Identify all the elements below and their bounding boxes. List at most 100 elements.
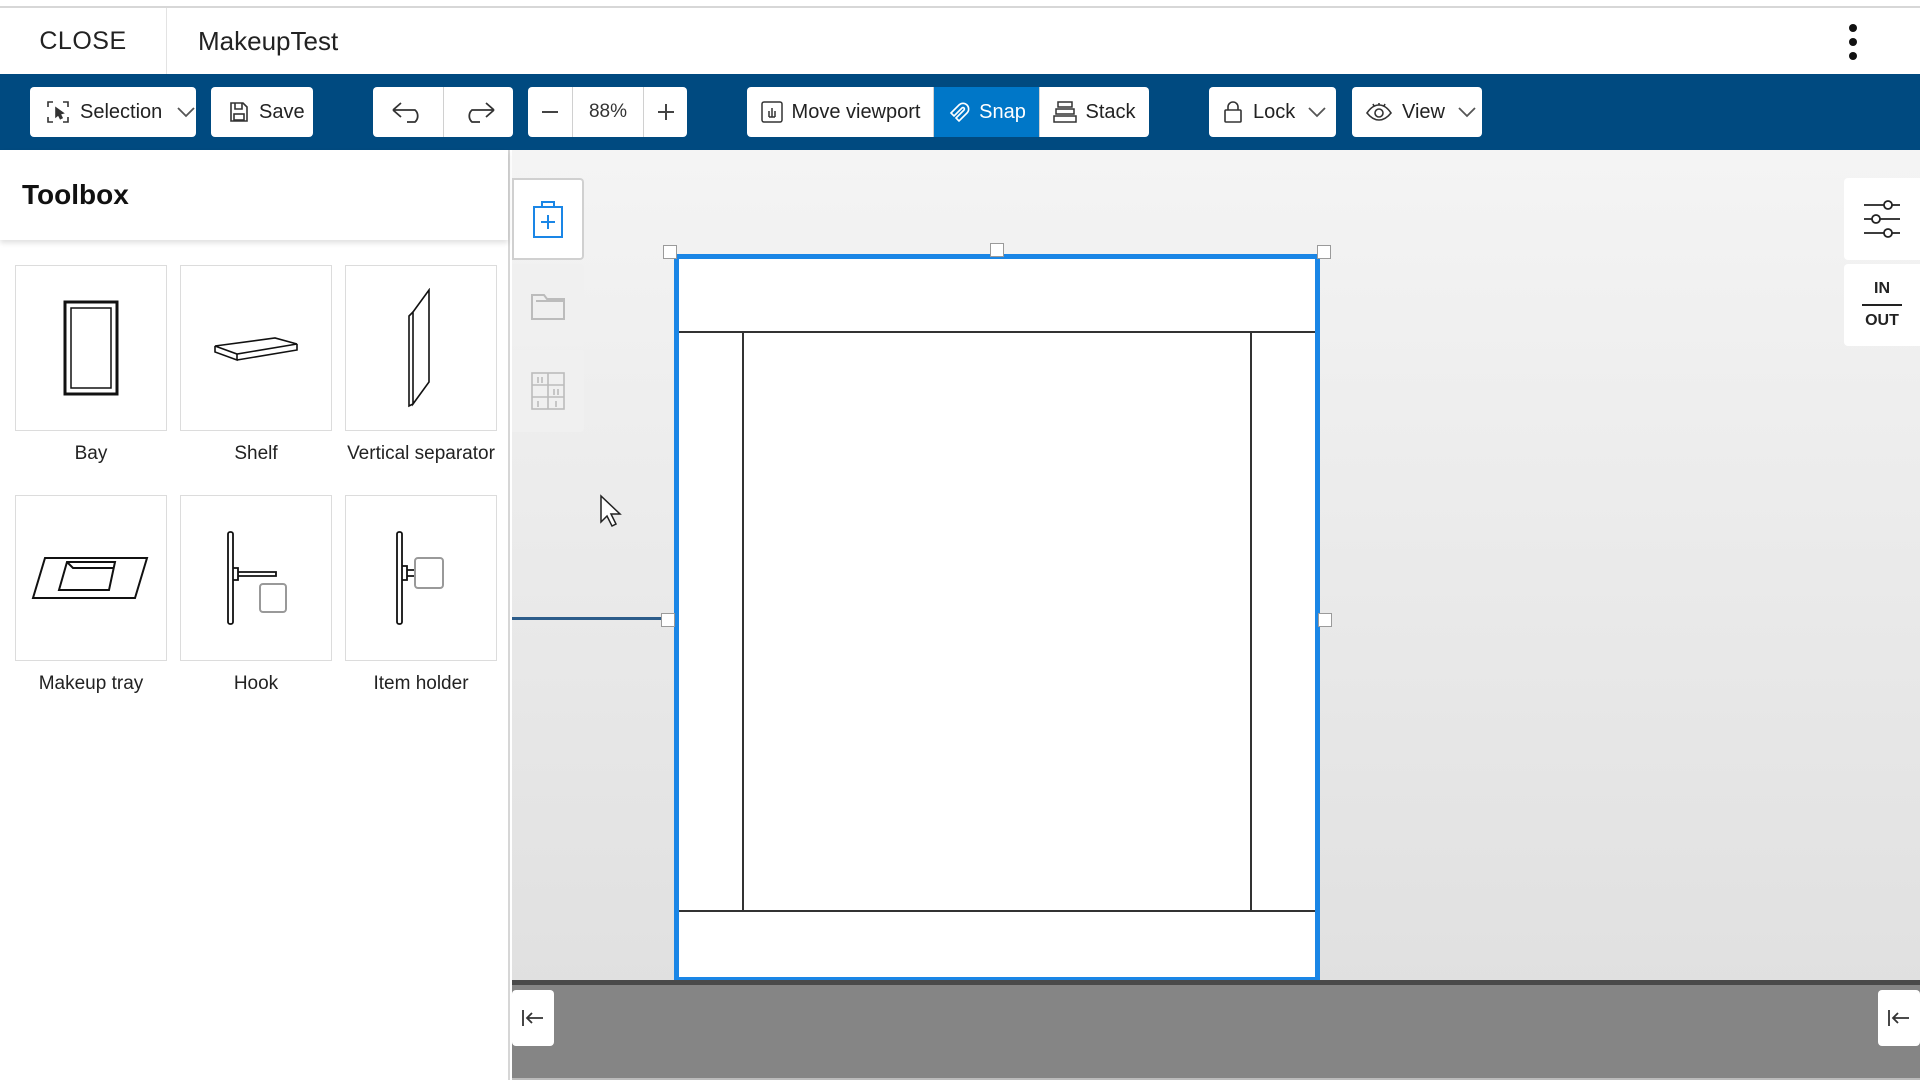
tool-hook[interactable]: Hook	[180, 495, 332, 695]
stack-icon	[1053, 101, 1078, 123]
tool-makeup-tray[interactable]: Makeup tray	[15, 495, 167, 695]
canvas-side-toolbar	[512, 178, 584, 436]
collapse-left-panel-button[interactable]	[512, 990, 554, 1046]
tool-tile	[15, 265, 167, 431]
lock-label: Lock	[1253, 100, 1296, 123]
resize-handle-top-left[interactable]	[663, 245, 677, 259]
main-toolbar: Selection Save 88% Move viewport Snap St…	[0, 74, 1920, 150]
view-label: View	[1402, 100, 1445, 123]
library-button[interactable]	[512, 350, 584, 432]
history-group	[373, 87, 513, 137]
document-title: MakeupTest	[198, 25, 339, 56]
toolbox-header: Toolbox	[0, 150, 508, 240]
stack-label: Stack	[1085, 100, 1136, 123]
shelf-icon	[214, 337, 298, 362]
tool-grid: Bay Shelf Vertical separator Makeup tray…	[15, 265, 497, 695]
selected-bay[interactable]	[674, 254, 1320, 982]
tool-tile	[345, 265, 497, 431]
collapse-right-panel-button[interactable]	[1878, 990, 1920, 1046]
resize-handle-top-right[interactable]	[1317, 245, 1331, 259]
tool-label: Makeup tray	[38, 673, 144, 694]
save-label: Save	[259, 100, 305, 123]
zoom-in-button[interactable]	[643, 87, 687, 137]
add-document-icon	[533, 201, 563, 238]
collapse-right-icon	[1888, 1010, 1909, 1026]
mode-group: Move viewport Snap Stack	[747, 87, 1149, 137]
lock-dropdown[interactable]: Lock	[1209, 87, 1336, 137]
bay-right-upright	[1250, 332, 1252, 912]
bay-bottom-panel-line	[679, 910, 1315, 912]
tool-item-holder[interactable]: Item holder	[345, 495, 497, 695]
add-document-button[interactable]	[512, 178, 584, 260]
selection-label: Selection	[80, 100, 163, 123]
zoom-control: 88%	[528, 87, 687, 137]
magnet-icon	[950, 102, 970, 123]
design-canvas[interactable]: IN OUT	[512, 150, 1920, 1080]
tool-bay[interactable]: Bay	[15, 265, 167, 465]
in-label: IN	[1874, 280, 1890, 297]
vertical-separator-icon	[408, 288, 430, 408]
folder-button[interactable]	[512, 264, 584, 346]
canvas-right-toolbar: IN OUT	[1844, 178, 1920, 350]
plus-icon	[657, 104, 674, 120]
sliders-icon	[1864, 200, 1900, 238]
redo-button[interactable]	[443, 87, 513, 137]
window-top-edge	[0, 0, 1920, 8]
chevron-down-icon	[177, 107, 195, 118]
makeup-tray-icon	[31, 557, 149, 599]
toolbox-title: Toolbox	[22, 179, 129, 210]
selection-dropdown[interactable]: Selection	[30, 87, 196, 137]
tool-label: Item holder	[373, 673, 469, 694]
tool-tile	[180, 265, 332, 431]
mouse-pointer-icon	[600, 494, 622, 528]
snap-label: Snap	[979, 100, 1026, 123]
collapse-left-icon	[522, 1010, 543, 1026]
tool-label: Bay	[74, 443, 108, 464]
resize-handle-top[interactable]	[990, 243, 1004, 257]
zoom-value[interactable]: 88%	[572, 87, 643, 137]
view-dropdown[interactable]: View	[1352, 87, 1482, 137]
alignment-guide	[512, 617, 669, 620]
eye-icon	[1366, 103, 1392, 121]
snap-toggle[interactable]: Snap	[933, 87, 1039, 137]
move-viewport-button[interactable]: Move viewport	[747, 87, 933, 137]
resize-handle-left[interactable]	[661, 613, 675, 627]
tool-tile	[345, 495, 497, 661]
lock-icon	[1224, 101, 1242, 123]
undo-button[interactable]	[373, 87, 443, 137]
stack-toggle[interactable]: Stack	[1039, 87, 1149, 137]
chevron-down-icon	[1458, 107, 1476, 118]
undo-icon	[392, 102, 419, 123]
bay-left-upright	[742, 332, 744, 912]
minus-icon	[542, 111, 558, 113]
app-window: CLOSE MakeupTest Selection Save 88% Move…	[0, 0, 1920, 1080]
tool-shelf[interactable]: Shelf	[180, 265, 332, 465]
in-out-divider	[1862, 304, 1902, 306]
adjustments-button[interactable]	[1844, 178, 1920, 260]
hand-icon	[760, 101, 783, 123]
out-label: OUT	[1865, 312, 1899, 329]
in-out-toggle[interactable]: IN OUT	[1844, 264, 1920, 346]
tool-vertical-separator[interactable]: Vertical separator	[345, 265, 497, 465]
resize-handle-right[interactable]	[1318, 613, 1332, 627]
title-bar: CLOSE MakeupTest	[0, 8, 1920, 74]
tool-label: Vertical separator	[347, 443, 495, 464]
save-button[interactable]: Save	[211, 87, 313, 137]
more-options-icon[interactable]	[1846, 24, 1860, 60]
folder-icon	[531, 294, 565, 320]
tool-tile	[180, 495, 332, 661]
floor-area	[512, 980, 1920, 1080]
bay-icon	[63, 300, 119, 396]
tool-label: Shelf	[234, 443, 278, 464]
toolbox-panel: Toolbox Bay Shelf Vertical separator Mak…	[0, 150, 510, 1080]
item-holder-icon	[396, 531, 444, 625]
bay-top-panel-line	[679, 331, 1315, 333]
tool-label: Hook	[233, 673, 279, 694]
library-icon	[531, 372, 565, 410]
chevron-down-icon	[1308, 107, 1326, 118]
hook-icon	[227, 531, 287, 625]
redo-icon	[467, 102, 495, 123]
selection-icon	[47, 101, 69, 123]
zoom-out-button[interactable]	[528, 87, 572, 137]
close-button[interactable]: CLOSE	[0, 8, 167, 74]
